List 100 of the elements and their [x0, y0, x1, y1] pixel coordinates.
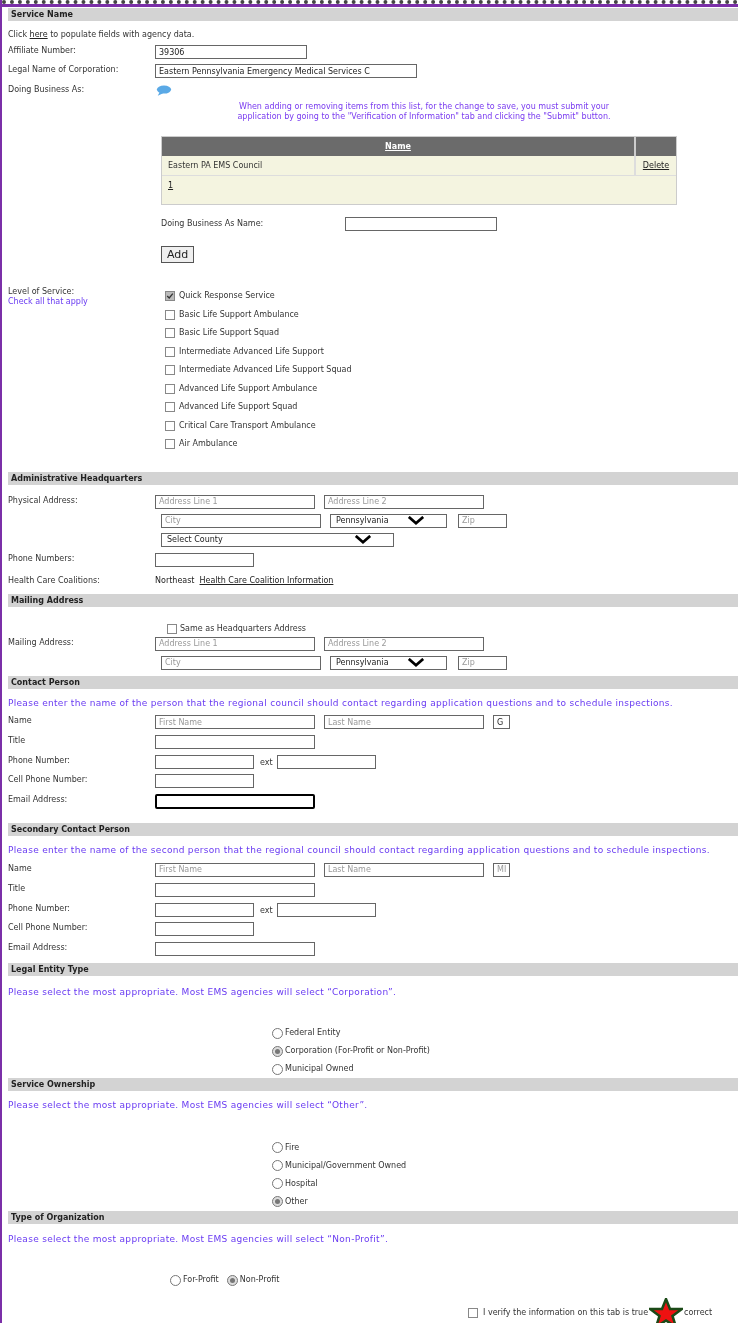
field-label: Name [8, 716, 32, 725]
table-cell-text: Eastern PA EMS Council [167, 160, 264, 172]
input-field[interactable]: Address Line 2 [324, 636, 484, 651]
radio-button[interactable] [170, 1274, 181, 1286]
input-field[interactable]: Zip [458, 513, 507, 528]
checkbox[interactable] [165, 439, 175, 450]
radio-label: Non-Profit [239, 1274, 280, 1286]
checkbox-label: Quick Response Service [179, 290, 275, 303]
field-label: Title [8, 883, 26, 893]
field-label: Cell Phone Number: [8, 775, 88, 784]
checkbox[interactable] [165, 420, 175, 431]
input-field[interactable] [276, 755, 376, 769]
dropdown[interactable]: Pennsylvania [330, 513, 447, 528]
radio-button[interactable] [272, 1045, 283, 1057]
input-field[interactable] [276, 902, 376, 917]
input-field[interactable] [155, 921, 254, 936]
section-header: Contact Person [8, 675, 738, 689]
section-header: Mailing Address [8, 593, 738, 607]
input-field[interactable] [155, 735, 315, 749]
radio-button[interactable] [272, 1063, 283, 1075]
instruction-text: Please select the most appropriate. Most EMS agencies will select “Corporation”. [8, 985, 398, 999]
ext-label: ext [260, 757, 273, 769]
checkbox[interactable] [165, 402, 175, 413]
checkbox-label: Advanced Life Support Ambulance [179, 382, 318, 395]
verify-text: I verify the information on this tab is true [483, 1307, 649, 1319]
input-field[interactable] [155, 755, 254, 769]
input-field[interactable]: City [161, 513, 321, 528]
input-field[interactable]: First Name [155, 715, 315, 729]
input-field[interactable]: 39306 [155, 45, 307, 59]
instruction-text: Please enter the name of the person that the regional council should contact regarding application questions and to schedule inspections. [8, 696, 674, 710]
add-button[interactable]: Add [161, 246, 195, 263]
input-field[interactable] [155, 794, 315, 809]
input-field[interactable]: First Name [155, 862, 315, 877]
input-field[interactable]: Address Line 1 [155, 636, 315, 651]
radio-label: Hospital [285, 1177, 318, 1190]
checkbox[interactable] [165, 309, 175, 320]
checkbox[interactable] [165, 383, 175, 394]
radio-button[interactable] [272, 1196, 283, 1207]
checkbox[interactable] [468, 1308, 478, 1318]
input-field[interactable]: Last Name [324, 862, 484, 877]
field-label: Doing Business As: [8, 85, 85, 94]
field-label: Email Address: [8, 795, 68, 804]
here-link[interactable]: here [29, 30, 48, 39]
field-label: Level of Service: [8, 287, 76, 297]
input-field[interactable]: Eastern Pennsylvania Emergency Medical Services C [155, 64, 417, 78]
dropdown[interactable]: Select County [161, 532, 394, 547]
field-label: Mailing Address: [8, 637, 74, 647]
section-header: Type of Organization [8, 1210, 738, 1224]
input-field[interactable] [155, 552, 254, 567]
instruction-text: Please select the most appropriate. Most EMS agencies will select “Other”. [8, 1099, 369, 1112]
field-label: Phone Number: [8, 756, 70, 765]
input-field[interactable] [155, 902, 254, 917]
checkbox-label: Intermediate Advanced Life Support Squad [179, 364, 352, 377]
radio-label: Municipal Owned [285, 1063, 354, 1075]
input-field[interactable] [155, 774, 254, 788]
radio-button[interactable] [272, 1027, 283, 1039]
checkbox[interactable] [165, 346, 175, 357]
section-header: Legal Entity Type [8, 962, 738, 976]
section-header: Secondary Contact Person [8, 823, 738, 836]
field-label: Physical Address: [8, 495, 78, 505]
checkbox[interactable] [167, 623, 177, 634]
intro-text: Click here to populate fields with agency data. [8, 29, 196, 41]
radio-label: Municipal/Government Owned [285, 1159, 407, 1172]
input-field[interactable] [155, 882, 315, 897]
field-label: Health Care Coalitions: [8, 575, 100, 585]
input-field[interactable]: Last Name [324, 715, 484, 729]
input-field[interactable]: Address Line 1 [155, 494, 315, 509]
checkbox-label: Advanced Life Support Squad [179, 401, 298, 414]
field-label: Title [8, 736, 26, 745]
section-header: Service Ownership [8, 1078, 738, 1091]
input-field[interactable]: Zip [458, 655, 507, 670]
input-field[interactable] [345, 217, 497, 231]
radio-button[interactable] [272, 1142, 283, 1153]
delete-link[interactable]: Delete [642, 159, 670, 172]
page-link[interactable]: 1 [168, 180, 174, 192]
ext-label: ext [260, 904, 273, 917]
input-field[interactable]: Address Line 2 [324, 494, 484, 509]
instruction-text: Please enter the name of the second person that the regional council should contact regarding application questions and to schedule inspections. [8, 844, 711, 857]
speech-bubble-icon[interactable] [156, 85, 172, 96]
field-label: Phone Numbers: [8, 553, 75, 563]
coalition-link[interactable]: Health Care Coalition Information [199, 574, 334, 587]
checkbox[interactable] [165, 328, 175, 339]
input-field[interactable] [155, 941, 315, 956]
checkbox-label: Critical Care Transport Ambulance [179, 419, 316, 432]
radio-button[interactable] [272, 1160, 283, 1171]
notice-text: When adding or removing items from this list, for the change to save, you must submit your application by going to the "Verification of Information" tab and clicking the "Submit" button. [236, 102, 612, 122]
radio-button[interactable] [272, 1178, 283, 1189]
checkbox[interactable] [165, 291, 175, 302]
radio-button[interactable] [226, 1274, 238, 1286]
field-label: Name [8, 863, 32, 873]
input-field[interactable]: G [493, 715, 510, 729]
chevron-down-icon [406, 516, 426, 525]
field-label: Phone Number: [8, 903, 70, 913]
dropdown[interactable]: Pennsylvania [330, 655, 447, 670]
input-field[interactable]: City [161, 655, 321, 670]
checkbox[interactable] [165, 365, 175, 376]
field-label: Email Address: [8, 942, 68, 952]
instruction-text: Please select the most appropriate. Most EMS agencies will select “Non-Profit”. [8, 1232, 390, 1246]
input-field[interactable]: MI [493, 862, 510, 877]
checkbox-label: Basic Life Support Ambulance [179, 308, 299, 321]
